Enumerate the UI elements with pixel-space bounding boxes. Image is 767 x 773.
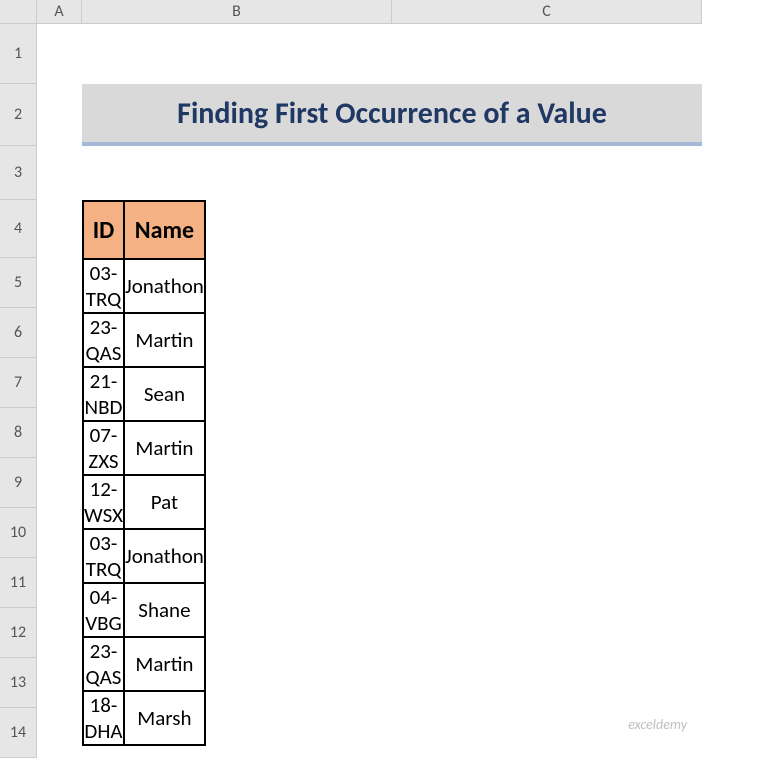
- table-row: 21-NBD Sean: [83, 367, 205, 421]
- row-header-10[interactable]: 10: [0, 508, 37, 558]
- cell-id[interactable]: 23-QAS: [83, 637, 124, 691]
- row-header-9[interactable]: 9: [0, 458, 37, 508]
- cell-id[interactable]: 21-NBD: [83, 367, 124, 421]
- row-header-13[interactable]: 13: [0, 658, 37, 708]
- cell-id[interactable]: 12-WSX: [83, 475, 124, 529]
- table-header-row: ID Name: [83, 201, 205, 259]
- cell-id[interactable]: 04-VBG: [83, 583, 124, 637]
- col-header-B[interactable]: B: [82, 0, 392, 24]
- row-header-3[interactable]: 3: [0, 146, 37, 200]
- cell-name[interactable]: Jonathon: [124, 529, 205, 583]
- cell-id[interactable]: 03-TRQ: [83, 259, 124, 313]
- table-row: 03-TRQ Jonathon: [83, 529, 205, 583]
- row-header-2[interactable]: 2: [0, 84, 37, 146]
- col-header-C[interactable]: C: [392, 0, 702, 24]
- row-header-6[interactable]: 6: [0, 308, 37, 358]
- watermark-text: exceldemy: [628, 716, 687, 733]
- cell-name[interactable]: Pat: [124, 475, 205, 529]
- row-header-12[interactable]: 12: [0, 608, 37, 658]
- table-row: 18-DHA Marsh: [83, 691, 205, 745]
- header-id[interactable]: ID: [83, 201, 124, 259]
- cell-id[interactable]: 23-QAS: [83, 313, 124, 367]
- cell-name[interactable]: Sean: [124, 367, 205, 421]
- col-header-A[interactable]: A: [37, 0, 82, 24]
- row-header-11[interactable]: 11: [0, 558, 37, 608]
- cell-id[interactable]: 18-DHA: [83, 691, 124, 745]
- cell-name[interactable]: Martin: [124, 637, 205, 691]
- cell-name[interactable]: Jonathon: [124, 259, 205, 313]
- cell-id[interactable]: 03-TRQ: [83, 529, 124, 583]
- row-header-4[interactable]: 4: [0, 200, 37, 258]
- row-header-7[interactable]: 7: [0, 358, 37, 408]
- cell-id[interactable]: 07-ZXS: [83, 421, 124, 475]
- table-row: 03-TRQ Jonathon: [83, 259, 205, 313]
- row-headers: 1 2 3 4 5 6 7 8 9 10 11 12 13 14: [0, 24, 37, 758]
- table-row: 07-ZXS Martin: [83, 421, 205, 475]
- cell-name[interactable]: Marsh: [124, 691, 205, 745]
- data-table: ID Name 03-TRQ Jonathon 23-QAS Martin 21…: [82, 200, 206, 746]
- cell-name[interactable]: Martin: [124, 313, 205, 367]
- cell-name[interactable]: Martin: [124, 421, 205, 475]
- table-row: 23-QAS Martin: [83, 637, 205, 691]
- row-header-5[interactable]: 5: [0, 258, 37, 308]
- table-row: 12-WSX Pat: [83, 475, 205, 529]
- title-cell[interactable]: Finding First Occurrence of a Value: [82, 84, 702, 146]
- spreadsheet-view: A B C 1 2 3 4 5 6 7 8 9 10 11 12 13 14 F…: [0, 0, 767, 773]
- row-header-1[interactable]: 1: [0, 24, 37, 84]
- watermark: exceldemy: [628, 716, 687, 733]
- row-header-8[interactable]: 8: [0, 408, 37, 458]
- table-row: 23-QAS Martin: [83, 313, 205, 367]
- select-all-corner[interactable]: [0, 0, 37, 24]
- cell-name[interactable]: Shane: [124, 583, 205, 637]
- row-header-14[interactable]: 14: [0, 708, 37, 758]
- column-headers: A B C: [37, 0, 702, 24]
- header-name[interactable]: Name: [124, 201, 205, 259]
- table-row: 04-VBG Shane: [83, 583, 205, 637]
